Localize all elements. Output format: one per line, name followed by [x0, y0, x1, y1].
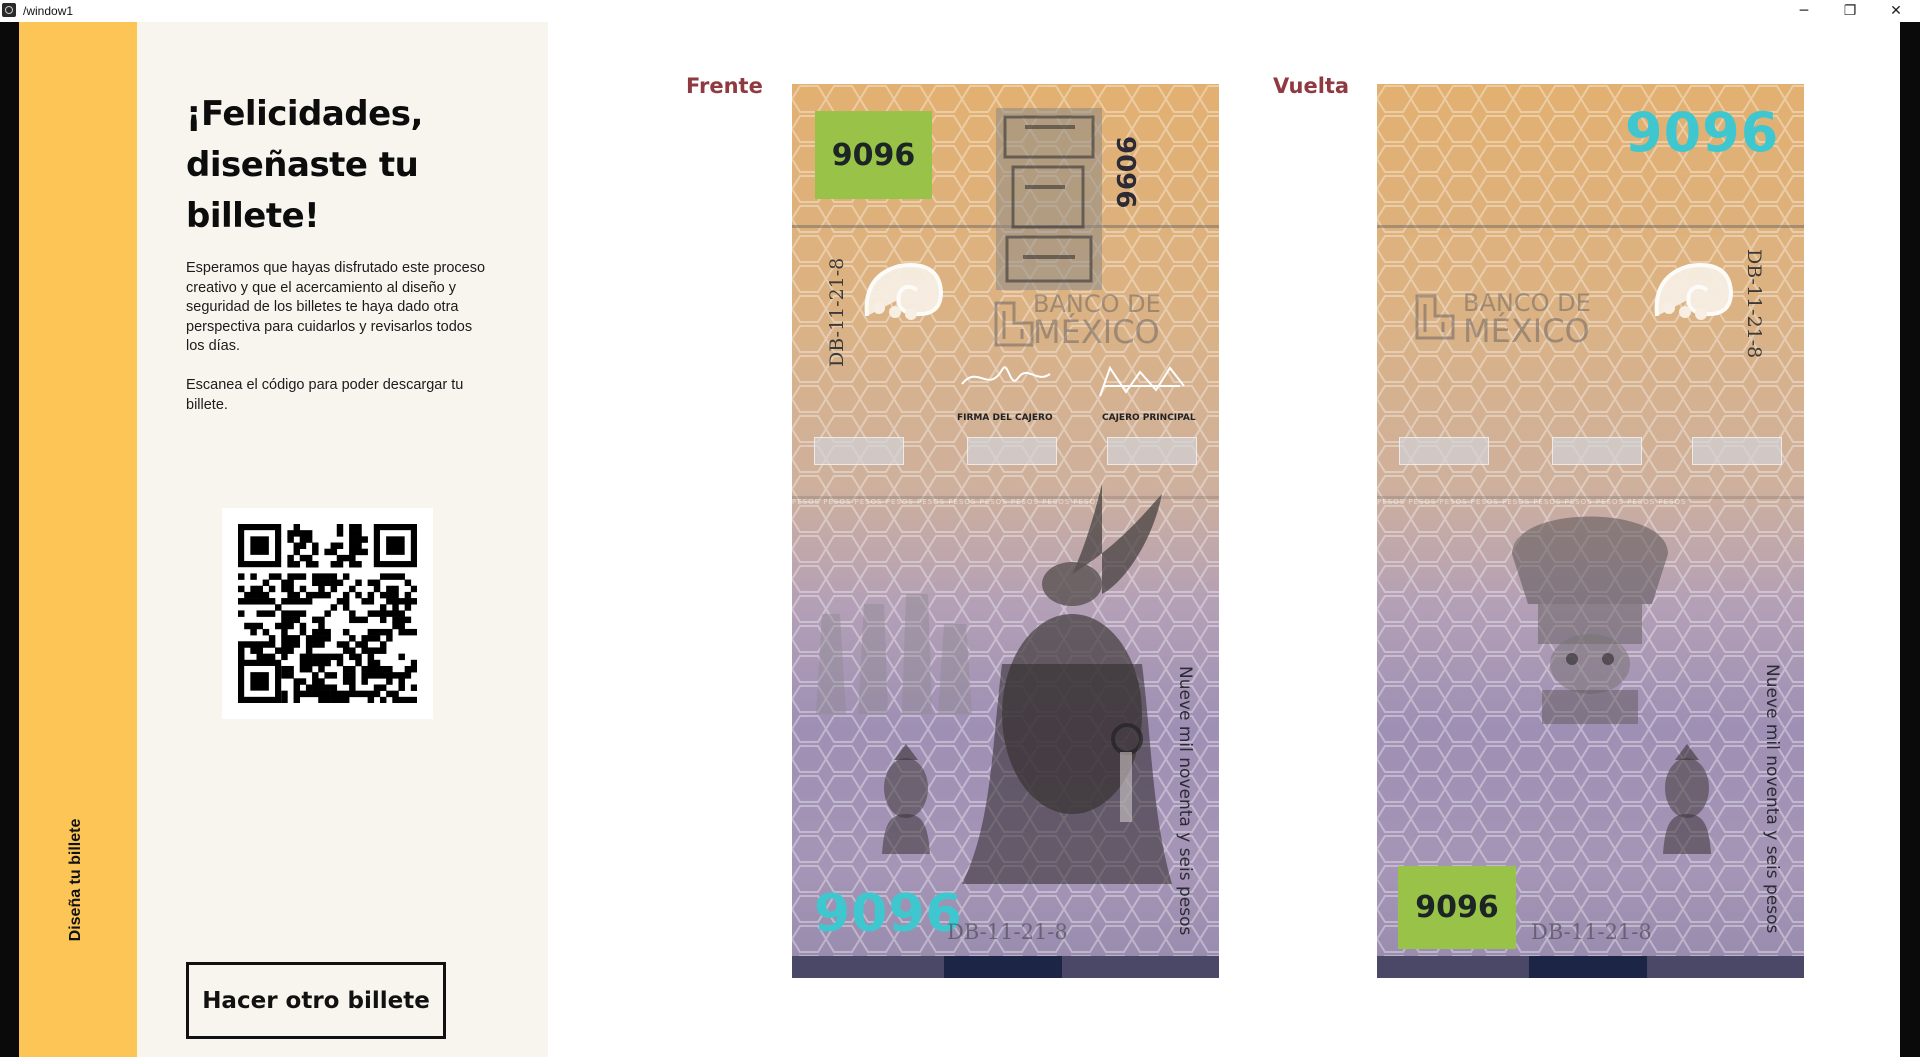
page-title: ¡Felicidades, diseñaste tu billete!: [186, 94, 423, 236]
window-title: /window1: [23, 4, 74, 18]
make-another-bill-button[interactable]: Hacer otro billete: [186, 962, 446, 1039]
maximize-icon: ❐: [1843, 3, 1857, 19]
small-portrait-figure: [882, 744, 930, 854]
bill-divider-line: [1377, 225, 1804, 228]
app-icon: [2, 3, 16, 17]
bank-logo-icon: [994, 301, 1034, 347]
vertical-serial: DB-11-21-8: [1743, 249, 1765, 359]
qr-code-image: [238, 524, 417, 703]
security-feature-tab: [1107, 437, 1197, 465]
minimize-button[interactable]: ─: [1781, 0, 1827, 22]
security-feature-tab: [1552, 437, 1642, 465]
spiral-emblem-icon: [864, 263, 944, 320]
cashier-signature-icon: [961, 366, 1051, 385]
back-side-label: Vuelta: [1273, 74, 1350, 98]
bill-footer-thread: [944, 956, 1062, 978]
serial-number: DB-11-21-8: [947, 920, 1068, 944]
spiral-emblem-icon: [1654, 263, 1734, 320]
denomination-cyan: 9096: [814, 884, 963, 944]
close-icon: ✕: [1890, 3, 1902, 19]
rail-label: Diseña tu billete: [67, 818, 84, 942]
qr-code: [222, 508, 433, 719]
principal-signature-label: CAJERO PRINCIPAL: [1102, 413, 1196, 423]
principal-signature-icon: [1099, 365, 1185, 397]
small-portrait-figure: [1663, 744, 1711, 854]
security-feature-tab: [967, 437, 1057, 465]
warriors-scene-figure: [816, 594, 972, 714]
cashier-signature-label: FIRMA DEL CAJERO: [957, 413, 1053, 423]
bank-logo-icon: [1415, 294, 1455, 340]
bill-front: PESOS PESOS PESOS PESOS PESOS PESOS PESO…: [792, 84, 1219, 978]
serial-number: DB-11-21-8: [1531, 920, 1652, 944]
stone-relief-figure: [996, 108, 1102, 290]
portrait-figure: [962, 484, 1172, 884]
amount-in-words: Nueve mil noventa y seis pesos: [1762, 664, 1782, 934]
bank-name: BANCO DE MÉXICO: [1033, 290, 1161, 351]
security-feature-tab: [1692, 437, 1782, 465]
bill-footer-thread: [1529, 956, 1647, 978]
security-feature-tab: [1399, 437, 1489, 465]
denomination-cyan: 9096: [1625, 101, 1780, 164]
close-button[interactable]: ✕: [1873, 0, 1919, 22]
window-right-edge: [1900, 22, 1920, 1057]
security-feature-tab: [814, 437, 904, 465]
minimize-icon: ─: [1799, 3, 1809, 19]
maximize-button[interactable]: ❐: [1827, 0, 1873, 22]
vertical-denomination: 9096: [1110, 136, 1140, 209]
amount-in-words: Nueve mil noventa y seis pesos: [1175, 666, 1195, 936]
front-side-label: Frente: [686, 74, 763, 98]
bill-back: PESOS PESOS PESOS PESOS PESOS PESOS PESO…: [1377, 84, 1804, 978]
denomination-box: 9096: [1398, 866, 1516, 949]
scan-paragraph: Escanea el código para poder descargar t…: [186, 377, 464, 413]
window-titlebar: /window1 ─ ❐ ✕: [0, 0, 1920, 22]
denomination-box: 9096: [815, 111, 932, 199]
aztec-idol-figure: [1512, 516, 1668, 724]
window-left-edge: [0, 22, 19, 1057]
vertical-serial: DB-11-21-8: [826, 257, 848, 367]
intro-paragraph: Esperamos que hayas disfrutado este proc…: [186, 260, 486, 354]
bank-name: BANCO DE MÉXICO: [1463, 289, 1591, 350]
